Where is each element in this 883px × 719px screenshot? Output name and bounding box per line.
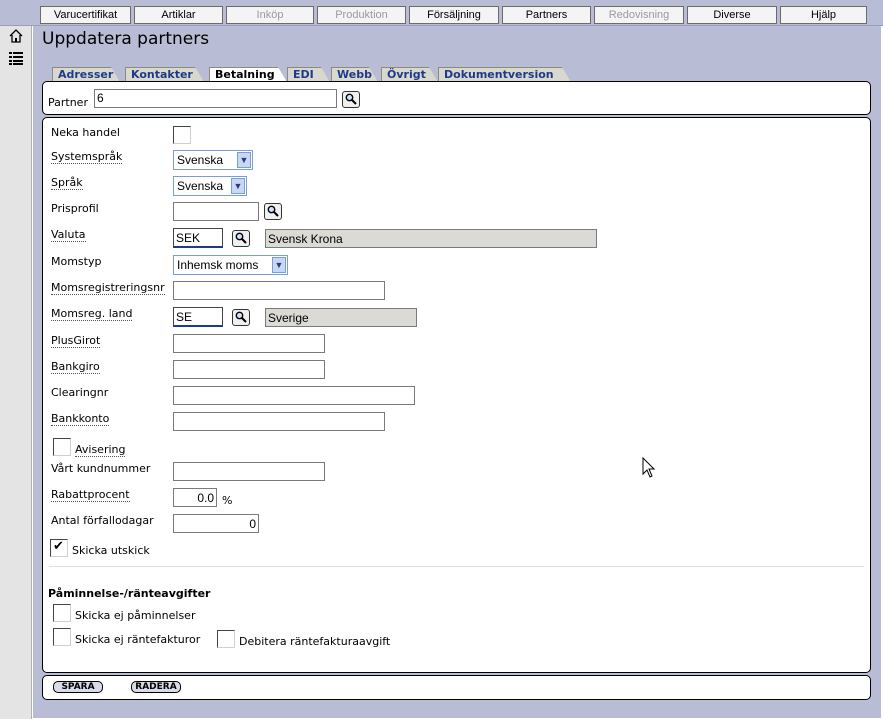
menu-hjalp[interactable]: Hjälp (780, 6, 867, 24)
tab-kontakter[interactable]: Kontakter (125, 67, 204, 82)
skicka-ej-rantefakturor-label: Skicka ej räntefakturor (75, 633, 201, 646)
tab-adresser[interactable]: Adresser (52, 67, 120, 82)
momstyp-value: Inhemsk moms (177, 258, 259, 272)
magnifier-icon (345, 93, 357, 105)
valuta-description: Svensk Krona (265, 229, 597, 248)
bankgiro-label: Bankgiro (51, 360, 100, 374)
momstyp-select[interactable]: Inhemsk moms ▼ (173, 255, 288, 275)
home-icon[interactable] (8, 28, 24, 44)
menu-varucertifikat[interactable]: Varucertifikat (40, 6, 131, 24)
bankkonto-label: Bankkonto (51, 412, 110, 426)
avisering-label: Avisering (75, 443, 126, 457)
menu-inkop: Inköp (226, 6, 314, 24)
momsreg-land-label: Momsreg. land (51, 307, 133, 321)
momsregistreringsnr-field[interactable] (173, 281, 385, 300)
partner-field[interactable]: 6 (94, 89, 337, 108)
tab-webb[interactable]: Webb (331, 67, 378, 82)
partner-panel: Partner 6 (42, 81, 871, 115)
magnifier-icon (267, 205, 279, 217)
skicka-ej-paminnelser-label: Skicka ej påminnelser (75, 609, 196, 622)
chevron-down-icon[interactable]: ▼ (237, 152, 251, 168)
systemsprak-select[interactable]: Svenska ▼ (173, 150, 253, 170)
tab-edi[interactable]: EDI (287, 67, 330, 82)
momsregistreringsnr-label: Momsregistreringsnr (51, 281, 165, 295)
rabattprocent-label: Rabattprocent (51, 488, 130, 502)
debitera-rantefakturaavgift-checkbox[interactable] (217, 630, 235, 648)
mouse-cursor-icon (642, 457, 656, 478)
menu-redovisning: Redovisning (594, 6, 684, 24)
menu-produktion: Produktion (317, 6, 406, 24)
systemsprak-value: Svenska (177, 153, 224, 167)
sprak-value: Svenska (177, 179, 224, 193)
menu-partners[interactable]: Partners (502, 6, 591, 24)
momsreg-land-field[interactable]: SE (173, 307, 223, 327)
rabattprocent-unit: % (222, 494, 233, 507)
tab-betalning[interactable]: Betalning (209, 67, 287, 82)
antal-forfallodagar-field[interactable]: 0 (173, 514, 259, 533)
bankgiro-field[interactable] (173, 360, 325, 379)
plusgirot-label: PlusGirot (51, 334, 101, 348)
page-title: Uppdatera partners (42, 29, 210, 49)
footer-panel: SPARA RADERA (42, 675, 871, 700)
rabattprocent-field[interactable]: 0.0 (173, 488, 217, 507)
vart-kundnummer-label: Vårt kundnummer (51, 462, 151, 475)
menu-forsaljning[interactable]: Försäljning (409, 6, 499, 24)
valuta-label: Valuta (51, 228, 86, 242)
neka-handel-label: Neka handel (51, 126, 120, 139)
list-icon[interactable] (8, 50, 24, 66)
plusgirot-field[interactable] (173, 334, 325, 353)
momstyp-label: Momstyp (51, 255, 102, 268)
clearingnr-label: Clearingnr (51, 386, 109, 399)
section-divider (49, 566, 864, 567)
vart-kundnummer-field[interactable] (173, 462, 325, 481)
chevron-down-icon[interactable]: ▼ (272, 257, 286, 273)
prisprofil-search-button[interactable] (264, 203, 282, 220)
systemsprak-label: Systemspråk (51, 150, 123, 164)
skicka-utskick-checkbox[interactable] (50, 539, 68, 557)
payment-form-panel: Neka handel Systemspråk Svenska ▼ Språk … (42, 117, 871, 673)
skicka-ej-rantefakturor-checkbox[interactable] (53, 628, 71, 646)
bankkonto-field[interactable] (173, 412, 385, 431)
main-area: Uppdatera partners Adresser Kontakter Be… (33, 26, 881, 718)
tab-dokumentversion[interactable]: Dokumentversion (438, 67, 571, 82)
valuta-field[interactable]: SEK (173, 228, 223, 248)
momsreg-land-description: Sverige (265, 308, 417, 327)
menu-artiklar[interactable]: Artiklar (134, 6, 223, 24)
clearingnr-field[interactable] (173, 386, 415, 405)
prisprofil-field[interactable] (173, 202, 259, 221)
magnifier-icon (235, 311, 247, 323)
valuta-search-button[interactable] (232, 230, 250, 247)
top-menu-bar: Varucertifikat Artiklar Inköp Produktion… (0, 0, 883, 26)
left-toolbar (0, 26, 32, 719)
momsreg-land-search-button[interactable] (232, 309, 250, 326)
sprak-label: Språk (51, 176, 83, 190)
neka-handel-checkbox[interactable] (173, 126, 191, 144)
delete-button[interactable]: RADERA (131, 681, 181, 693)
sprak-select[interactable]: Svenska ▼ (173, 176, 247, 196)
avisering-checkbox[interactable] (53, 438, 71, 456)
prisprofil-label: Prisprofil (51, 202, 99, 215)
chevron-down-icon[interactable]: ▼ (231, 178, 245, 194)
skicka-utskick-label: Skicka utskick (72, 544, 150, 557)
save-button[interactable]: SPARA (53, 681, 103, 693)
reminders-heading: Påminnelse-/ränteavgifter (48, 587, 211, 600)
magnifier-icon (235, 232, 247, 244)
partner-search-button[interactable] (342, 91, 360, 108)
skicka-ej-paminnelser-checkbox[interactable] (53, 604, 71, 622)
partner-label: Partner (48, 96, 88, 109)
menu-diverse[interactable]: Diverse (687, 6, 777, 24)
antal-forfallodagar-label: Antal förfallodagar (51, 514, 154, 527)
tab-ovrigt[interactable]: Övrigt (381, 67, 438, 82)
debitera-rantefakturaavgift-label: Debitera räntefakturaavgift (239, 635, 391, 648)
